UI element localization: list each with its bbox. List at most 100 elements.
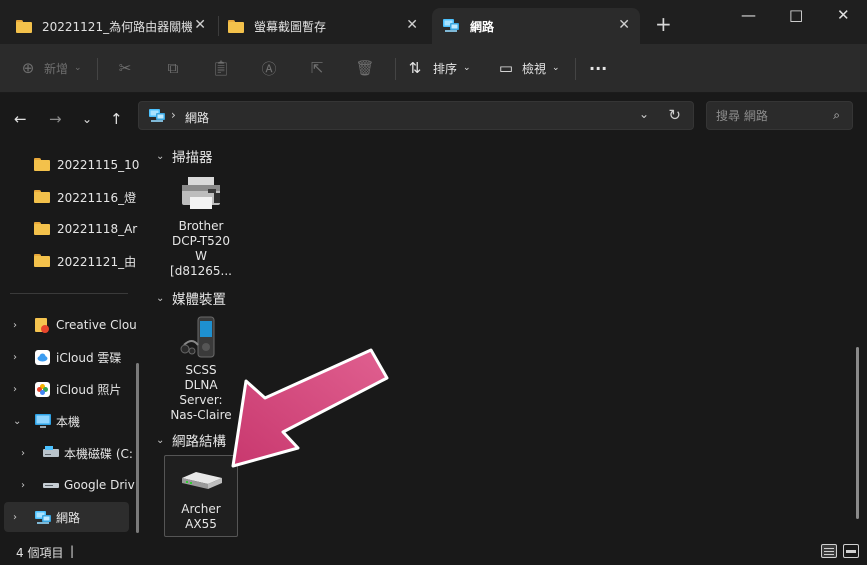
status-separator: | [70, 544, 75, 558]
tab-20221121[interactable]: 20221121_為何路由器關機 ✕ [6, 8, 216, 44]
sidebar-scrollbar[interactable] [136, 363, 139, 533]
sort-arrows-icon: ⇅ [408, 59, 422, 77]
content-scrollbar[interactable] [856, 347, 859, 519]
copy-button[interactable]: ⧉ [163, 57, 183, 79]
folder-icon [34, 158, 50, 171]
breadcrumb-network[interactable]: 網路 [185, 109, 209, 126]
device-item-router[interactable]: Archer AX55 [164, 455, 238, 537]
list-icon [824, 551, 834, 552]
chevron-right-icon[interactable]: › [13, 384, 17, 395]
close-tab-icon[interactable]: ✕ [618, 17, 630, 33]
sidebar-item-label: 本機磁碟 (C: [64, 446, 133, 461]
tiles-view-button[interactable] [843, 544, 859, 558]
navigation-row: ← → ⌄ ↑ › 網路 ⌄ ↻ ⌕ [0, 93, 867, 145]
details-view-button[interactable] [821, 544, 837, 558]
group-header-media-devices[interactable]: ⌄ 媒體裝置 [156, 288, 226, 308]
sidebar-item-creative-cloud[interactable]: › Creative Clou [0, 310, 137, 340]
sidebar-item-folder-1115[interactable]: 20221115_10 [0, 150, 139, 180]
chevron-down-icon: ⌄ [74, 63, 82, 73]
sidebar-item-label: 20221121_由 [57, 254, 137, 269]
refresh-icon[interactable]: ↻ [668, 106, 681, 124]
chevron-right-icon[interactable]: › [13, 320, 17, 331]
command-bar: ⊕ 新增 ⌄ ✂ ⧉ 📋︎ Ⓐ ⇱ 🗑︎ ⇅ 排序 ⌄ ▭ 檢視 ⌄ ··· [0, 44, 867, 93]
close-window-button[interactable]: ✕ [837, 6, 850, 24]
drive-icon [43, 483, 59, 488]
maximize-button[interactable]: □ [789, 6, 803, 24]
sidebar-item-label: iCloud 雲碟 [56, 350, 122, 365]
sidebar-item-google-drive[interactable]: › Google Driv [0, 470, 135, 500]
sidebar-item-icloud-drive[interactable]: › iCloud 雲碟 [0, 342, 130, 372]
copy-icon: ⧉ [167, 59, 179, 77]
sidebar-item-label: 20221115_10 [57, 158, 140, 172]
sidebar-item-icloud-photos[interactable]: › iCloud 照片 [0, 374, 130, 404]
chevron-down-icon[interactable]: ⌄ [156, 151, 172, 162]
sidebar-item-network[interactable]: › 網路 [4, 502, 129, 532]
network-icon [149, 109, 165, 122]
device-item-media-server[interactable]: SCSS DLNA Server: Nas-Claire [164, 315, 238, 423]
list-icon [824, 554, 834, 555]
sidebar-item-folder-1116[interactable]: 20221116_燈 [0, 182, 136, 212]
more-options-button[interactable]: ··· [589, 57, 607, 79]
folder-icon [34, 222, 50, 235]
group-header-network-infrastructure[interactable]: ⌄ 網路結構 [156, 430, 226, 450]
item-count: 4 個項目 [16, 546, 64, 560]
creative-cloud-icon [35, 318, 49, 333]
search-box[interactable]: ⌕ [706, 101, 853, 130]
sidebar-item-label: 20221118_Ar [57, 222, 138, 236]
printer-icon [182, 177, 220, 209]
address-bar[interactable]: › 網路 ⌄ ↻ [138, 101, 694, 130]
clipboard-icon: 📋︎ [211, 59, 231, 77]
device-item-printer[interactable]: Brother DCP-T520 W [d81265... [164, 175, 238, 279]
sort-button[interactable]: ⇅ 排序 ⌄ [405, 57, 471, 79]
status-bar: 4 個項目 | [0, 538, 867, 565]
network-icon [35, 511, 51, 524]
chevron-right-icon[interactable]: › [21, 480, 25, 491]
recent-locations-chevron-icon[interactable]: ⌄ [82, 112, 92, 126]
search-input[interactable] [707, 102, 827, 129]
chevron-right-icon[interactable]: › [21, 448, 25, 459]
chevron-down-icon[interactable]: ⌄ [13, 416, 21, 427]
close-tab-icon[interactable]: ✕ [194, 17, 206, 33]
rename-button[interactable]: Ⓐ [259, 57, 279, 79]
delete-button[interactable]: 🗑︎ [355, 57, 375, 79]
up-arrow-icon[interactable]: ↑ [110, 110, 123, 128]
minimize-button[interactable]: — [741, 6, 756, 24]
group-header-scanners[interactable]: ⌄ 掃描器 [156, 146, 213, 166]
chevron-down-icon[interactable]: ⌄ [156, 293, 172, 304]
close-tab-icon[interactable]: ✕ [406, 17, 418, 33]
tab-label: 網路 [470, 19, 495, 34]
chevron-right-icon[interactable]: › [13, 352, 17, 363]
sidebar-item-label: iCloud 照片 [56, 382, 122, 397]
device-name: Archer AX55 [181, 502, 221, 531]
new-label: 新增 [44, 61, 69, 76]
share-button[interactable]: ⇱ [307, 57, 327, 79]
sidebar-item-folder-1121[interactable]: 20221121_由 [0, 246, 136, 276]
view-button[interactable]: ▭ 檢視 ⌄ [496, 57, 560, 79]
paste-button[interactable]: 📋︎ [211, 57, 231, 79]
toolbar-divider [97, 58, 98, 80]
sort-label: 排序 [433, 61, 458, 76]
device-name: SCSS DLNA Server: Nas-Claire [170, 363, 232, 422]
tab-network[interactable]: 網路 ✕ [432, 8, 640, 44]
new-tab-button[interactable]: + [655, 12, 672, 36]
breadcrumb-chevron-icon[interactable]: › [171, 108, 176, 122]
address-dropdown-icon[interactable]: ⌄ [639, 107, 649, 121]
toolbar-divider [575, 58, 576, 80]
tab-label: 20221121_為何路由器關機 [42, 19, 192, 34]
scissors-icon: ✂ [118, 59, 132, 77]
chevron-right-icon[interactable]: › [13, 512, 17, 523]
tiles-icon [846, 550, 856, 553]
sidebar-item-local-disk[interactable]: › 本機磁碟 (C: [0, 438, 133, 468]
chevron-down-icon[interactable]: ⌄ [156, 435, 172, 446]
new-button[interactable]: ⊕ 新增 ⌄ [18, 57, 82, 79]
back-arrow-icon[interactable]: ← [14, 110, 27, 128]
forward-arrow-icon[interactable]: → [49, 110, 62, 128]
sidebar-item-label: 20221116_燈 [57, 190, 137, 205]
sidebar-item-folder-1118[interactable]: 20221118_Ar [0, 214, 137, 244]
group-label: 媒體裝置 [172, 292, 226, 308]
cut-button[interactable]: ✂ [115, 57, 135, 79]
sidebar-item-this-pc[interactable]: ⌄ 本機 [0, 406, 130, 436]
view-label: 檢視 [522, 61, 547, 76]
tab-screenshot-temp[interactable]: 螢幕截圖暫存 ✕ [218, 8, 428, 44]
search-icon[interactable]: ⌕ [833, 108, 840, 123]
